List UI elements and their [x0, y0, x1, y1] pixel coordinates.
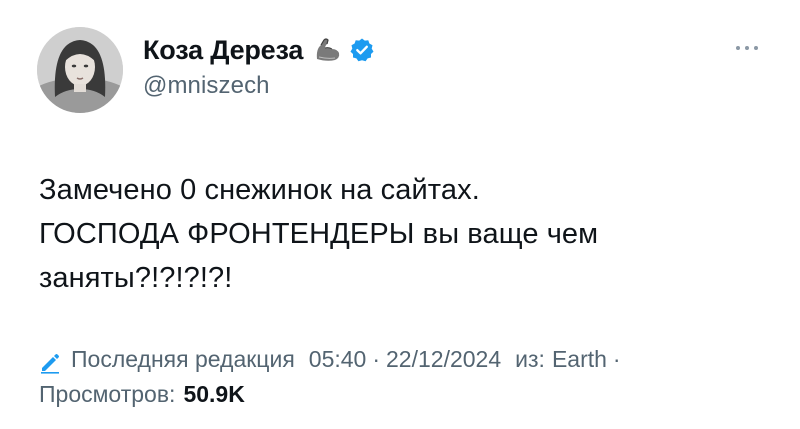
edit-info-row: Последняя редакция 05:40 · 22/12/2024 из…: [39, 342, 779, 377]
source-prefix: из:: [515, 346, 545, 372]
pencil-icon: [39, 349, 61, 374]
separator: ·: [612, 346, 621, 372]
avatar-photo: [37, 27, 123, 113]
views-count[interactable]: 50.9K: [183, 377, 244, 412]
views-label: Просмотров:: [39, 381, 176, 407]
post-time[interactable]: 05:40: [309, 342, 367, 377]
author-header: Коза Дереза @mniszech: [143, 32, 375, 100]
post-text-line: Замечено 0 снежинок на сайтах.: [39, 174, 480, 206]
more-options-icon[interactable]: [732, 40, 762, 50]
edited-label[interactable]: Последняя редакция: [71, 342, 295, 377]
tweet-card: Коза Дереза @mniszech Замечено 0 снежино…: [0, 0, 800, 429]
separator: ·: [372, 346, 381, 372]
post-date[interactable]: 22/12/2024: [386, 342, 501, 377]
muscle-emoji-icon: [313, 35, 343, 65]
avatar[interactable]: [37, 27, 123, 113]
verified-badge-icon[interactable]: [349, 37, 375, 63]
post-text: Замечено 0 снежинок на сайтах. ГОСПОДА Ф…: [39, 168, 759, 300]
source-name: Earth: [551, 346, 607, 372]
user-handle[interactable]: @mniszech: [143, 72, 375, 100]
post-text-line: заняты?!?!?!?!: [39, 262, 233, 294]
views-row: Просмотров: 50.9K: [39, 377, 779, 412]
post-text-line: ГОСПОДА ФРОНТЕНДЕРЫ вы ваще чем: [39, 218, 599, 250]
name-row: Коза Дереза: [143, 32, 375, 68]
display-name[interactable]: Коза Дереза: [143, 35, 303, 66]
post-meta: Последняя редакция 05:40 · 22/12/2024 из…: [39, 342, 779, 412]
